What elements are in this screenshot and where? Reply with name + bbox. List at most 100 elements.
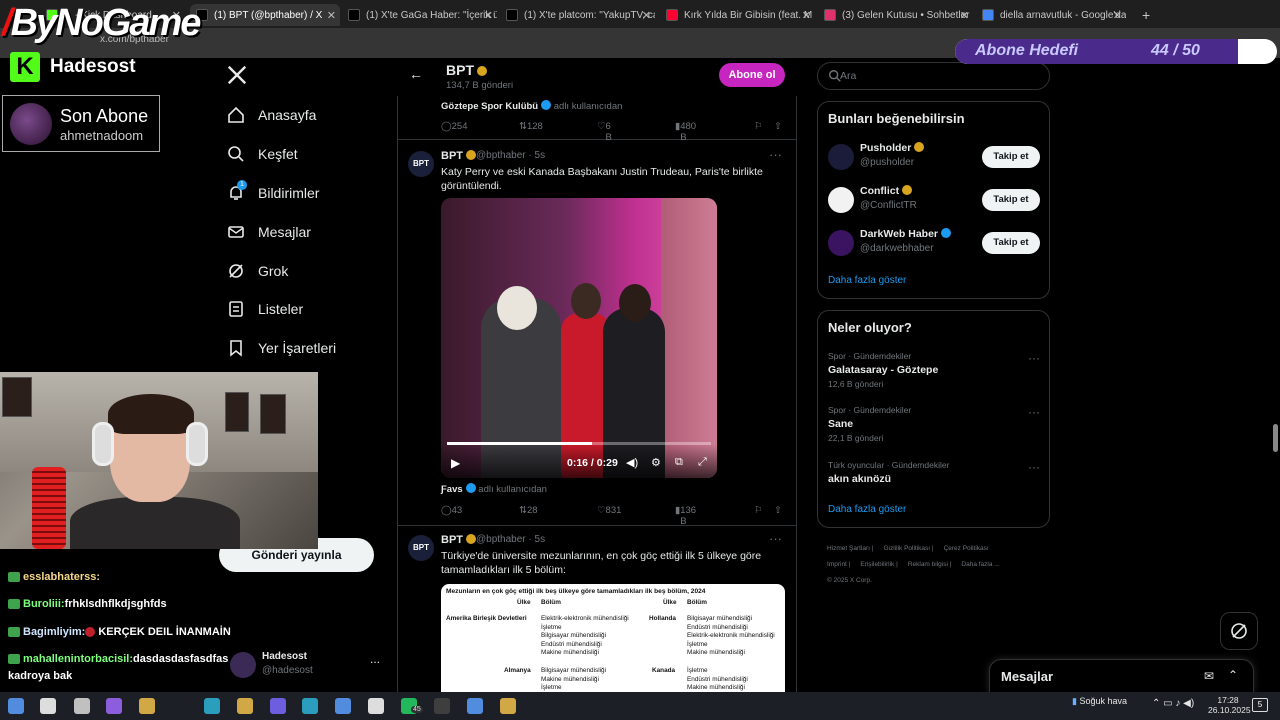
play-icon[interactable]: ▶ — [451, 456, 460, 470]
nav-item-bell[interactable]: 1 Bildirimler — [226, 180, 319, 203]
edge-dev-icon[interactable] — [302, 698, 318, 714]
trend-item[interactable]: Türk oyuncular · Gündemdekiler akın akınö… — [828, 460, 1040, 485]
tab-6[interactable]: diella arnavutluk - Google'da A ✕ — [976, 4, 1126, 26]
suggested-account[interactable]: DarkWeb Haber @darkwebhaber Takip et — [828, 228, 1040, 262]
nav-item-list[interactable]: Listeler — [226, 299, 303, 319]
follow-button[interactable]: Takip et — [982, 232, 1040, 254]
footer-link[interactable]: Gizlilik Politikası | — [883, 545, 933, 552]
subscribe-button[interactable]: Abone ol — [719, 63, 785, 87]
tab-close-icon[interactable]: ✕ — [1113, 9, 1122, 22]
suggested-avatar[interactable] — [828, 187, 854, 213]
views-button[interactable]: ▮ 480 B — [675, 121, 696, 143]
follow-button[interactable]: Takip et — [982, 189, 1040, 211]
discord-icon[interactable] — [270, 698, 286, 714]
volume-icon[interactable]: ◀) — [626, 456, 638, 469]
share-icon[interactable]: ⇧ — [774, 505, 782, 516]
chrome-active-icon[interactable] — [500, 698, 516, 714]
footer-link[interactable]: Hizmet Şartları | — [827, 545, 873, 552]
tab-3[interactable]: (1) X'te platcom: "YakupTV, cam ✕ — [500, 4, 655, 26]
tab-close-icon[interactable]: ✕ — [960, 9, 969, 22]
show-more-link[interactable]: Daha fazla göster — [828, 504, 906, 515]
bookmark-icon[interactable]: ⚐ — [754, 505, 763, 516]
tab-close-icon[interactable]: ✕ — [327, 9, 336, 22]
repost-button[interactable]: ⇅ 28 — [519, 505, 538, 516]
tweet-video[interactable]: ▶ 0:16 / 0:29 ◀) ⚙ ⧉ ⤢ — [441, 198, 717, 478]
back-arrow-icon[interactable]: ← — [409, 66, 423, 82]
bpt-avatar[interactable]: BPT — [408, 151, 434, 177]
show-more-link[interactable]: Daha fazla göster — [828, 275, 906, 286]
tweet-author[interactable]: BPT — [441, 534, 476, 546]
nav-item-mail[interactable]: Mesajlar — [226, 222, 311, 242]
account-switcher[interactable]: Hadesost @hadesost ... — [230, 650, 390, 686]
search-input[interactable]: Ara — [817, 62, 1050, 90]
whatsapp-icon[interactable]: 45 — [401, 698, 423, 714]
tweet-more-icon[interactable]: ··· — [769, 147, 782, 162]
trend-item[interactable]: Spor · Gündemdekiler Sane 22,1 B gönderi ··… — [828, 405, 1040, 443]
grok-button[interactable] — [1220, 612, 1258, 650]
follow-button[interactable]: Takip et — [982, 146, 1040, 168]
search-icon[interactable] — [40, 698, 56, 714]
tab-5[interactable]: (3) Gelen Kutusu • Sohbetler ✕ — [818, 4, 973, 26]
nav-item-bookmark[interactable]: Yer İşaretleri — [226, 338, 336, 358]
chrome-icon[interactable] — [237, 698, 253, 714]
trend-item[interactable]: Spor · Gündemdekiler Galatasaray - Göztep… — [828, 351, 1040, 389]
app-icon[interactable] — [368, 698, 384, 714]
tweet-author[interactable]: BPT — [441, 150, 476, 162]
footer-link[interactable]: Erişilebilirlik | — [860, 561, 897, 568]
tweet-more-icon[interactable]: ··· — [769, 531, 782, 546]
start-icon[interactable] — [8, 698, 24, 714]
weather-widget[interactable]: ▮ Soğuk hava — [1072, 696, 1127, 707]
obs-icon[interactable] — [434, 698, 450, 714]
reply-button[interactable]: ◯ 254 — [441, 121, 468, 132]
footer-link[interactable]: Çerez Politikası — [944, 545, 989, 552]
tab-2[interactable]: (1) X'te GaGa Haber: "İçerik üre ✕ — [342, 4, 497, 26]
nav-item-search[interactable]: Keşfet — [226, 144, 298, 164]
tab-1[interactable]: (1) BPT (@bpthaber) / X ✕ — [190, 4, 340, 26]
trend-more-icon[interactable]: ··· — [1028, 405, 1040, 419]
edge-icon[interactable] — [204, 698, 220, 714]
suggested-avatar[interactable] — [828, 144, 854, 170]
new-message-icon[interactable]: ✉ — [1204, 669, 1214, 683]
like-button[interactable]: ♡ 831 — [597, 505, 621, 516]
x-logo-icon[interactable] — [226, 64, 248, 86]
suggested-account[interactable]: Pusholder @pusholder Takip et — [828, 142, 1040, 176]
tweet-table-image[interactable]: Mezunların en çok göç ettiği ilk beş ülk… — [441, 584, 785, 694]
system-tray-icons[interactable]: ⌃ ▭ ♪ ◀) — [1152, 698, 1194, 709]
scrollbar-thumb[interactable] — [1273, 424, 1278, 452]
bookmark-icon[interactable]: ⚐ — [754, 121, 763, 132]
footer-link[interactable]: Daha fazla ... — [961, 561, 999, 568]
nav-item-grok[interactable]: Grok — [226, 261, 288, 281]
share-icon[interactable]: ⇧ — [774, 121, 782, 132]
nav-item-home[interactable]: Anasayfa — [226, 105, 316, 125]
app-icon[interactable] — [467, 698, 483, 714]
app-icon[interactable] — [335, 698, 351, 714]
messages-drawer[interactable]: Mesajlar ✉ ⌃ — [989, 659, 1254, 693]
chevron-up-icon[interactable]: ⌃ — [1228, 668, 1238, 682]
account-more-icon[interactable]: ... — [370, 652, 380, 666]
calculator-icon[interactable] — [74, 698, 90, 714]
pip-icon[interactable]: ⧉ — [675, 456, 683, 469]
file-explorer-icon[interactable] — [139, 698, 155, 714]
trend-more-icon[interactable]: ··· — [1028, 460, 1040, 474]
fullscreen-icon[interactable]: ⤢ — [698, 456, 707, 469]
new-tab-button[interactable]: + — [1136, 4, 1156, 26]
tab-close-icon[interactable]: ✕ — [484, 9, 493, 22]
footer-link[interactable]: Reklam bilgisi | — [908, 561, 952, 568]
like-button[interactable]: ♡ 6 B — [597, 121, 612, 143]
settings-icon[interactable]: ⚙ — [651, 456, 661, 469]
views-button[interactable]: ▮ 136 B — [675, 505, 696, 527]
suggested-account[interactable]: Conflict @ConflictTR Takip et — [828, 185, 1040, 219]
copilot-icon[interactable] — [106, 698, 122, 714]
clock[interactable]: 17:28 26.10.2025 — [1208, 695, 1251, 715]
page-scrollbar[interactable] — [1271, 58, 1280, 692]
trend-more-icon[interactable]: ··· — [1028, 351, 1040, 365]
suggested-avatar[interactable] — [828, 230, 854, 256]
tab-4[interactable]: Kırk Yılda Bir Gibisin (feat. M ✕ — [660, 4, 815, 26]
repost-button[interactable]: ⇅ 128 — [519, 121, 543, 132]
footer-link[interactable]: Imprint | — [827, 561, 850, 568]
tab-close-icon[interactable]: ✕ — [802, 9, 811, 22]
tab-close-icon[interactable]: ✕ — [642, 9, 651, 22]
notification-icon[interactable]: 5 — [1252, 698, 1268, 712]
reply-button[interactable]: ◯ 43 — [441, 505, 462, 516]
bpt-avatar[interactable]: BPT — [408, 535, 434, 561]
